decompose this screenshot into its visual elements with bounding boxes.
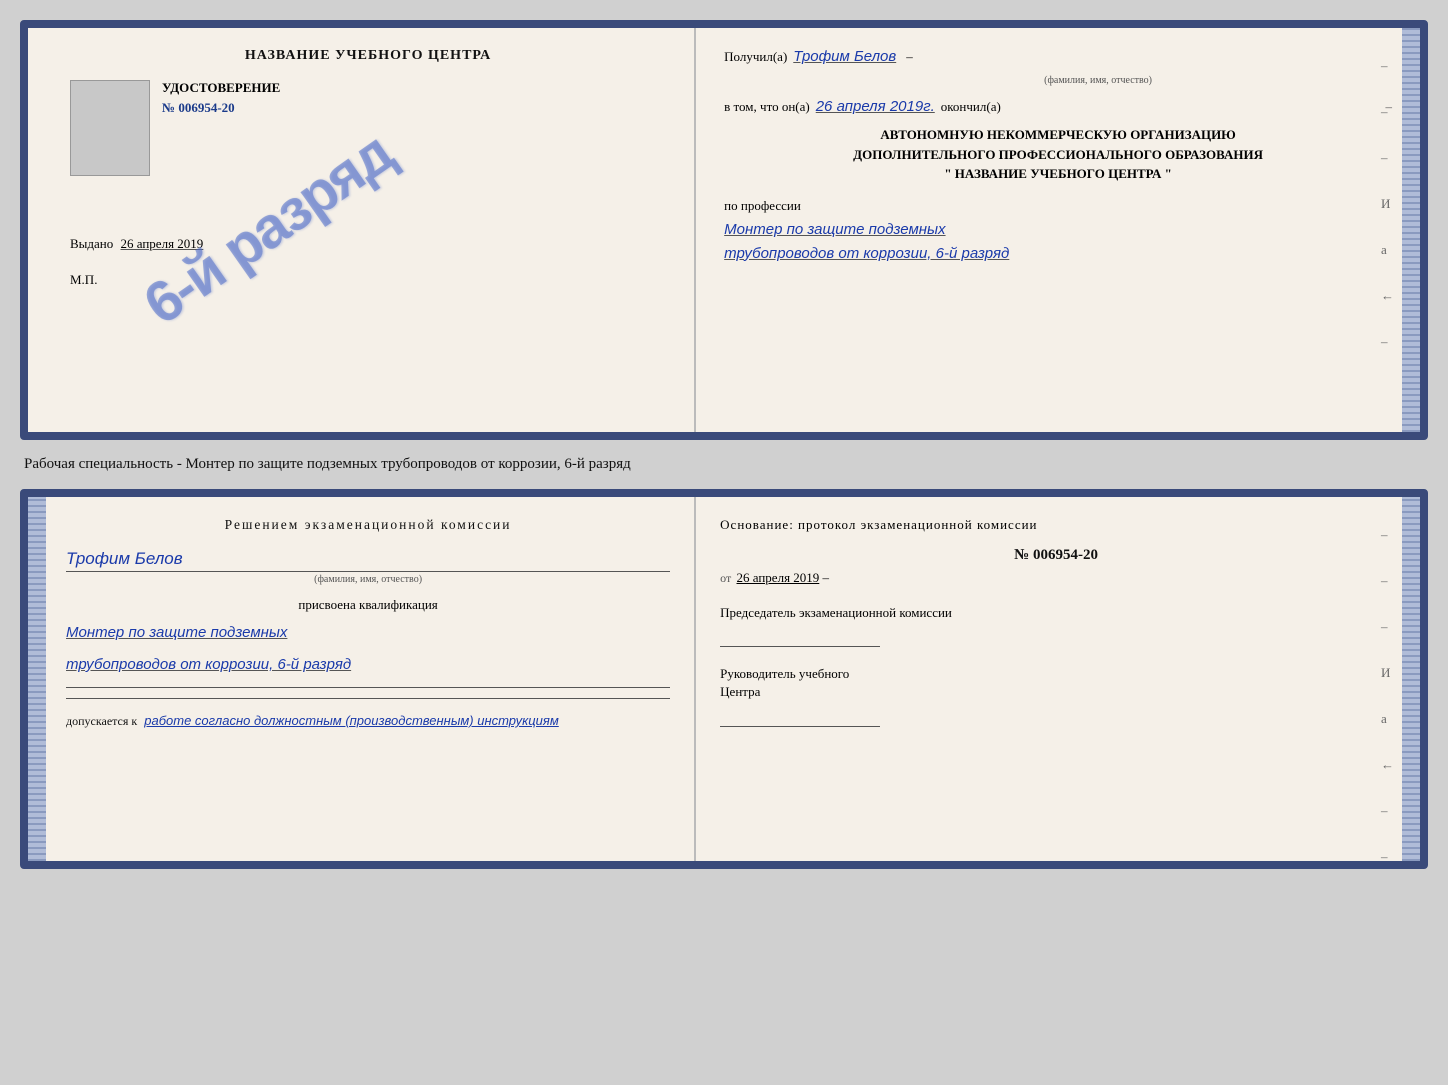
cert-top-title: НАЗВАНИЕ УЧЕБНОГО ЦЕНТРА	[70, 48, 666, 64]
protocol-number: № 006954-20	[720, 547, 1392, 564]
dash-br3: –	[1381, 573, 1394, 589]
cert-udost-block: УДОСТОВЕРЕНИЕ № 006954-20	[162, 80, 666, 116]
director-title-2: Центра	[720, 683, 1392, 701]
dash-br6: а	[1381, 711, 1394, 727]
director-title: Руководитель учебного Центра	[720, 665, 1392, 701]
chairman-block: Председатель экзаменационной комиссии	[720, 604, 1392, 647]
dash-r6: ←	[1381, 288, 1394, 304]
dash-r4: И	[1381, 196, 1394, 212]
org-line2: ДОПОЛНИТЕЛЬНОГО ПРОФЕССИОНАЛЬНОГО ОБРАЗО…	[724, 145, 1392, 165]
person-name-bottom: Трофим Белов	[66, 549, 670, 572]
bottom-certificate: Решением экзаменационной комиссии Трофим…	[20, 489, 1428, 869]
page-wrapper: НАЗВАНИЕ УЧЕБНОГО ЦЕНТРА УДОСТОВЕРЕНИЕ №…	[20, 20, 1428, 869]
right-binding-strip	[1402, 28, 1420, 432]
finished-label: окончил(а)	[941, 99, 1001, 115]
chairman-title-text: Председатель экзаменационной комиссии	[720, 605, 952, 620]
org-line3: " НАЗВАНИЕ УЧЕБНОГО ЦЕНТРА "	[724, 164, 1392, 184]
top-certificate: НАЗВАНИЕ УЧЕБНОГО ЦЕНТРА УДОСТОВЕРЕНИЕ №…	[20, 20, 1428, 440]
resolution-title: Решением экзаменационной комиссии	[66, 517, 670, 533]
dash-r2: –	[1381, 104, 1394, 120]
dash-br1: –	[823, 570, 830, 585]
date-prefix: от	[720, 571, 731, 585]
qualification-hw-2: трубопроводов от коррозии, 6-й разряд	[66, 653, 670, 677]
right-dashes-top: – – – И а ← –	[1381, 58, 1394, 350]
dash-br5: И	[1381, 665, 1394, 681]
date-hw: 26 апреля 2019г.	[816, 98, 935, 115]
issued-label: Выдано	[70, 236, 113, 251]
person-name-top: Трофим Белов	[793, 48, 896, 65]
director-sig-line	[720, 726, 880, 727]
cert-bottom-right: Основание: протокол экзаменационной коми…	[696, 497, 1420, 861]
dash-br7: ←	[1381, 757, 1394, 773]
protocol-date: от 26 апреля 2019 –	[720, 570, 1392, 586]
chairman-sig-line	[720, 646, 880, 647]
cert-bottom-left: Решением экзаменационной комиссии Трофим…	[28, 497, 696, 861]
dash-br4: –	[1381, 619, 1394, 635]
dash-br9: –	[1381, 849, 1394, 865]
profession-label: по профессии	[724, 198, 1392, 214]
mp-label: М.П.	[70, 272, 666, 288]
right-dashes-bottom: – – – И а ← – – – –	[1381, 527, 1394, 869]
date-value: 26 апреля 2019	[737, 570, 820, 585]
cert-stamp-area: УДОСТОВЕРЕНИЕ № 006954-20	[70, 80, 666, 176]
name-sublabel-bottom: (фамилия, имя, отчество)	[66, 574, 670, 585]
dash-r1: –	[1381, 58, 1394, 74]
osnov-label: Основание: протокол экзаменационной коми…	[720, 517, 1392, 533]
допускается-hw: работе согласно должностным (производств…	[144, 713, 559, 728]
dash-br8: –	[1381, 803, 1394, 819]
qualification-hw-1: Монтер по защите подземных	[66, 621, 670, 645]
director-title-1: Руководитель учебного	[720, 665, 1392, 683]
допускается-block: допускается к работе согласно должностны…	[66, 713, 670, 729]
cert-issued: Выдано 26 апреля 2019	[70, 236, 666, 252]
profession-hw-1: Монтер по защите подземных	[724, 218, 1392, 242]
chairman-title: Председатель экзаменационной комиссии	[720, 604, 1392, 622]
udost-title: УДОСТОВЕРЕНИЕ	[162, 80, 666, 96]
org-block: АВТОНОМНУЮ НЕКОММЕРЧЕСКУЮ ОРГАНИЗАЦИЮ ДО…	[724, 125, 1392, 184]
blank-line-2	[66, 698, 670, 699]
issued-date: 26 апреля 2019	[121, 236, 204, 251]
in-that-label: в том, что он(а)	[724, 99, 810, 115]
assigned-label: присвоена квалификация	[66, 597, 670, 613]
cert-number: № 006954-20	[162, 100, 666, 116]
between-text: Рабочая специальность - Монтер по защите…	[20, 456, 1428, 473]
in-that-line: в том, что он(а) 26 апреля 2019г. окончи…	[724, 98, 1392, 115]
cert-top-left: НАЗВАНИЕ УЧЕБНОГО ЦЕНТРА УДОСТОВЕРЕНИЕ №…	[28, 28, 696, 432]
dash-br2: –	[1381, 527, 1394, 543]
received-label: Получил(а)	[724, 49, 787, 65]
name-sublabel-top: (фамилия, имя, отчество)	[804, 75, 1392, 86]
допускается-prefix: допускается к	[66, 714, 137, 728]
dash-top1: –	[906, 49, 913, 65]
dash-r7: –	[1381, 334, 1394, 350]
received-line: Получил(а) Трофим Белов –	[724, 48, 1392, 65]
cert-top-right: Получил(а) Трофим Белов – (фамилия, имя,…	[696, 28, 1420, 432]
director-block: Руководитель учебного Центра	[720, 665, 1392, 726]
bottom-right-binding	[1402, 497, 1420, 861]
photo-placeholder	[70, 80, 150, 176]
dash-r3: –	[1381, 150, 1394, 166]
blank-line-1	[66, 687, 670, 688]
org-line1: АВТОНОМНУЮ НЕКОММЕРЧЕСКУЮ ОРГАНИЗАЦИЮ	[724, 125, 1392, 145]
profession-hw-2: трубопроводов от коррозии, 6-й разряд	[724, 242, 1392, 266]
dash-r5: а	[1381, 242, 1394, 258]
